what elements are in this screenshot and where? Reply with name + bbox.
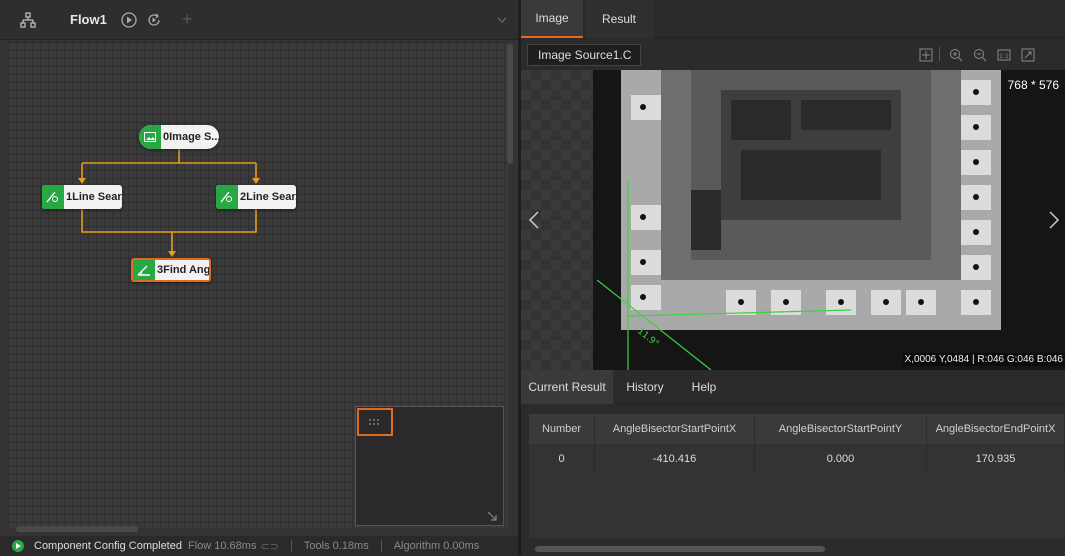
pixel-readout: X,0006 Y,0484 | R:046 G:046 B:046 <box>902 353 1065 366</box>
tab-current-result[interactable]: Current Result <box>521 370 613 404</box>
status-message: Component Config Completed <box>34 540 182 552</box>
angle-icon <box>133 260 155 280</box>
add-flow-icon[interactable]: + <box>182 9 193 30</box>
fit-icon[interactable] <box>919 48 933 62</box>
result-tabs: Current Result History Help <box>521 370 1065 404</box>
image-viewer[interactable]: 11.9° 768 * 576 X,0006 Y,0484 | R:046 G:… <box>521 70 1065 370</box>
flow-tree-icon[interactable] <box>20 12 36 28</box>
flow-node-line-search-2[interactable]: 2Line Sear... <box>216 185 296 209</box>
zoom-out-icon[interactable] <box>973 48 987 62</box>
divider <box>380 540 382 552</box>
algorithm-time: Algorithm 0.00ms <box>393 540 480 552</box>
canvas-horizontal-scrollbar[interactable] <box>16 526 138 532</box>
app-window: Flow1 + 0Image S... 1Line Sear 2Line Sea… <box>0 0 1065 556</box>
cell-start-y: 0.000 <box>755 444 927 474</box>
node-label: 1Line Sear... <box>66 191 122 203</box>
table-row[interactable]: 0 -410.416 0.000 170.935 <box>529 444 1065 474</box>
toolbar-divider <box>939 47 940 61</box>
node-label: 2Line Sear... <box>240 191 296 203</box>
flow-node-image-source[interactable]: 0Image S... <box>139 125 219 149</box>
column-header-start-x[interactable]: AngleBisectorStartPointX <box>595 414 755 444</box>
flow-node-line-search-1[interactable]: 1Line Sear... <box>42 185 122 209</box>
image-dimensions: 768 * 576 <box>1007 78 1059 92</box>
minimap-viewport[interactable] <box>357 408 393 436</box>
node-label: 0Image S... <box>163 131 219 143</box>
line-search-icon <box>42 185 64 209</box>
result-horizontal-scrollbar[interactable] <box>535 546 825 552</box>
image-icon <box>139 125 161 149</box>
tab-result[interactable]: Result <box>585 0 653 38</box>
image-result-panel: Image Result Image Source1.C 1:1 11.9° 7… <box>521 0 1065 556</box>
image-source-select[interactable]: Image Source1.C <box>527 44 641 66</box>
flow-header: Flow1 + <box>0 0 518 40</box>
cell-end-x: 170.935 <box>927 444 1065 474</box>
measurement-overlay: 11.9° <box>596 180 852 370</box>
next-image-icon[interactable] <box>1047 210 1061 230</box>
zoom-in-icon[interactable] <box>949 48 963 62</box>
fullscreen-icon[interactable] <box>1021 48 1035 62</box>
node-label: 3Find Ang... <box>157 264 211 276</box>
status-bar: Component Config Completed Flow 10.68ms … <box>0 536 518 556</box>
clear-icon[interactable]: ⊂⊃ <box>260 540 278 553</box>
tab-image[interactable]: Image <box>521 0 583 38</box>
prev-image-icon[interactable] <box>527 210 541 230</box>
image-tabs: Image Result <box>521 0 1065 38</box>
tools-time: Tools 0.18ms <box>303 540 369 552</box>
actual-size-icon[interactable]: 1:1 <box>997 48 1011 62</box>
flow-minimap[interactable] <box>355 406 504 526</box>
flow-panel: Flow1 + 0Image S... 1Line Sear 2Line Sea… <box>0 0 518 556</box>
table-header-row: Number AngleBisectorStartPointX AngleBis… <box>529 414 1065 444</box>
flow-time: Flow 10.68ms <box>187 540 257 552</box>
result-body: Number AngleBisectorStartPointX AngleBis… <box>521 404 1065 556</box>
svg-text:1:1: 1:1 <box>999 53 1009 60</box>
run-loop-icon[interactable] <box>145 11 163 29</box>
canvas-vertical-scrollbar[interactable] <box>507 44 513 164</box>
image-toolbar: Image Source1.C 1:1 <box>521 38 1065 70</box>
cell-start-x: -410.416 <box>595 444 755 474</box>
tab-history[interactable]: History <box>615 370 675 404</box>
result-table: Number AngleBisectorStartPointX AngleBis… <box>529 414 1065 538</box>
status-play-icon <box>12 540 24 552</box>
column-header-number[interactable]: Number <box>529 414 595 444</box>
column-header-start-y[interactable]: AngleBisectorStartPointY <box>755 414 927 444</box>
flow-node-find-angle[interactable]: 3Find Ang... <box>131 258 211 282</box>
column-header-end-x[interactable]: AngleBisectorEndPointX <box>927 414 1065 444</box>
chevron-down-icon[interactable] <box>497 15 507 25</box>
flow-tab-label[interactable]: Flow1 <box>70 12 107 27</box>
divider <box>290 540 292 552</box>
line-search-icon <box>216 185 238 209</box>
minimap-resize-icon[interactable] <box>487 511 497 521</box>
angle-label: 11.9° <box>635 326 660 349</box>
cell-number: 0 <box>529 444 595 474</box>
tab-help[interactable]: Help <box>677 370 731 404</box>
run-once-icon[interactable] <box>120 11 138 29</box>
